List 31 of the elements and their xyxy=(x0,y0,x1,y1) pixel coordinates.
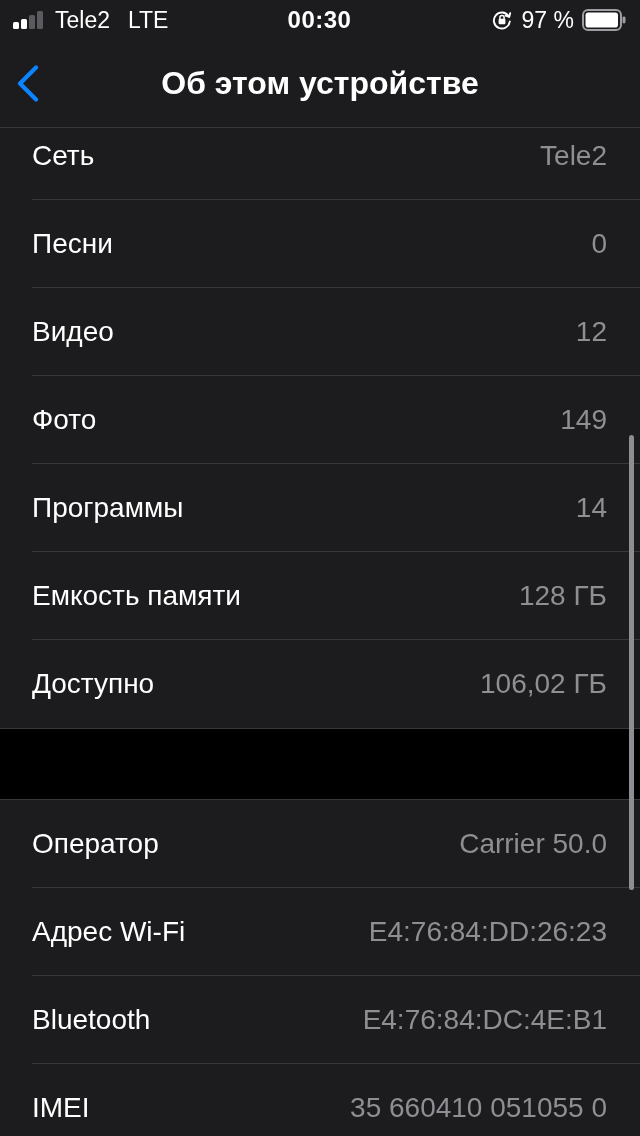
row-label: Песни xyxy=(32,227,113,260)
row-value: 35 660410 051055 0 xyxy=(350,1092,607,1124)
chevron-left-icon xyxy=(16,65,39,102)
status-time: 00:30 xyxy=(287,6,352,34)
battery-icon xyxy=(582,9,626,31)
row-value: E4:76:84:DD:26:23 xyxy=(368,915,607,948)
row-label: IMEI xyxy=(32,1092,90,1124)
signal-icon xyxy=(13,11,45,29)
row-value: 0 xyxy=(591,227,607,260)
row-value: E4:76:84:DC:4E:B1 xyxy=(362,1003,607,1036)
row-label: Адрес Wi-Fi xyxy=(32,915,186,948)
row-value: 149 xyxy=(560,403,607,436)
network-type: LTE xyxy=(128,6,169,34)
row-value: 12 xyxy=(575,315,607,348)
row-label: Bluetooth xyxy=(32,1003,151,1036)
row-label: Оператор xyxy=(32,827,159,860)
row-label: Емкость памяти xyxy=(32,579,241,612)
row-label: Видео xyxy=(32,315,114,348)
row-label: Фото xyxy=(32,403,97,436)
carrier-name: Tele2 xyxy=(55,6,110,34)
row-value: 106,02 ГБ xyxy=(480,668,607,700)
row-value: Carrier 50.0 xyxy=(459,827,607,860)
row-value: Tele2 xyxy=(540,139,607,172)
rotation-lock-icon xyxy=(491,10,512,30)
row-label: Доступно xyxy=(32,668,155,700)
nav-title: Об этом устройстве xyxy=(161,65,479,102)
row-label: Программы xyxy=(32,491,184,524)
row-value: 14 xyxy=(575,491,607,524)
row-label: Сеть xyxy=(32,139,95,172)
row-value: 128 ГБ xyxy=(518,579,607,612)
battery-percentage: 97 % xyxy=(521,6,574,34)
